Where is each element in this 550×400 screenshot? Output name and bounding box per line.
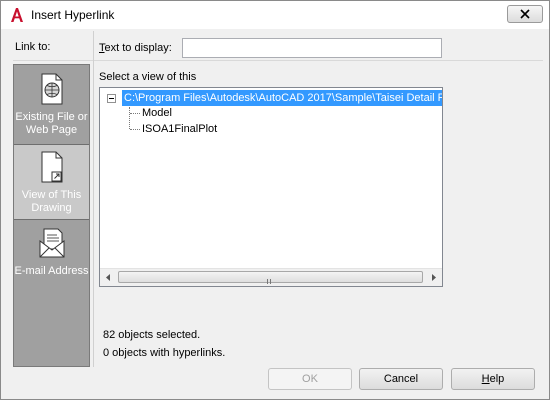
tree-item-isoa1finalplot[interactable]: ISOA1FinalPlot: [142, 121, 217, 137]
tree-item-model[interactable]: Model: [142, 105, 172, 121]
label-text: ext to display:: [104, 42, 172, 54]
envelope-icon: [39, 228, 65, 258]
tree-connector: [130, 113, 140, 114]
horizontal-scrollbar[interactable]: [100, 268, 442, 286]
link-to-sidebar: Existing File or Web Page View of This D…: [13, 64, 90, 367]
collapse-icon[interactable]: [107, 94, 116, 103]
autocad-logo-icon: [11, 8, 23, 22]
tree-root-label: C:\Program Files\Autodesk\AutoCAD 2017\S…: [122, 90, 442, 106]
select-view-label: Select a view of this: [99, 71, 197, 83]
sidebar-item-label: Existing File or Web Page: [15, 111, 88, 136]
document-globe-icon: [41, 73, 63, 105]
cancel-button[interactable]: Cancel: [359, 368, 443, 390]
text-to-display-label: Text to display:: [99, 42, 172, 54]
help-button[interactable]: Help: [451, 368, 535, 390]
sidebar-item-label: E-mail Address: [14, 265, 89, 277]
sidebar-item-label: View of This Drawing: [21, 189, 82, 214]
window-title: Insert Hyperlink: [31, 8, 115, 22]
tree-root-item[interactable]: C:\Program Files\Autodesk\AutoCAD 2017\S…: [100, 90, 442, 106]
access-key: H: [481, 373, 490, 385]
divider: [93, 31, 94, 367]
tree-connector: [129, 107, 130, 129]
grip-icon: [267, 275, 275, 284]
objects-selected-status: 82 objects selected.: [103, 329, 201, 341]
title-bar: Insert Hyperlink: [1, 1, 549, 29]
sidebar-item-view-of-drawing[interactable]: View of This Drawing: [14, 144, 89, 220]
insert-hyperlink-dialog: Insert Hyperlink Link to: Existing File …: [0, 0, 550, 400]
objects-with-hyperlinks-status: 0 objects with hyperlinks.: [103, 347, 226, 359]
button-text: elp: [489, 373, 505, 385]
close-icon: [520, 9, 530, 19]
ok-button[interactable]: OK: [268, 368, 352, 390]
drawing-view-icon: [41, 151, 63, 183]
scroll-right-icon[interactable]: [425, 269, 442, 286]
close-button[interactable]: [507, 5, 543, 23]
view-tree[interactable]: C:\Program Files\Autodesk\AutoCAD 2017\S…: [99, 87, 443, 287]
scroll-thumb[interactable]: [118, 271, 423, 284]
scroll-left-icon[interactable]: [100, 269, 117, 286]
sidebar-item-existing-file[interactable]: Existing File or Web Page: [14, 67, 89, 143]
sidebar-item-email[interactable]: E-mail Address: [14, 221, 89, 297]
tree-connector: [130, 129, 140, 130]
text-to-display-input[interactable]: [182, 38, 442, 58]
link-to-label: Link to:: [15, 41, 51, 53]
